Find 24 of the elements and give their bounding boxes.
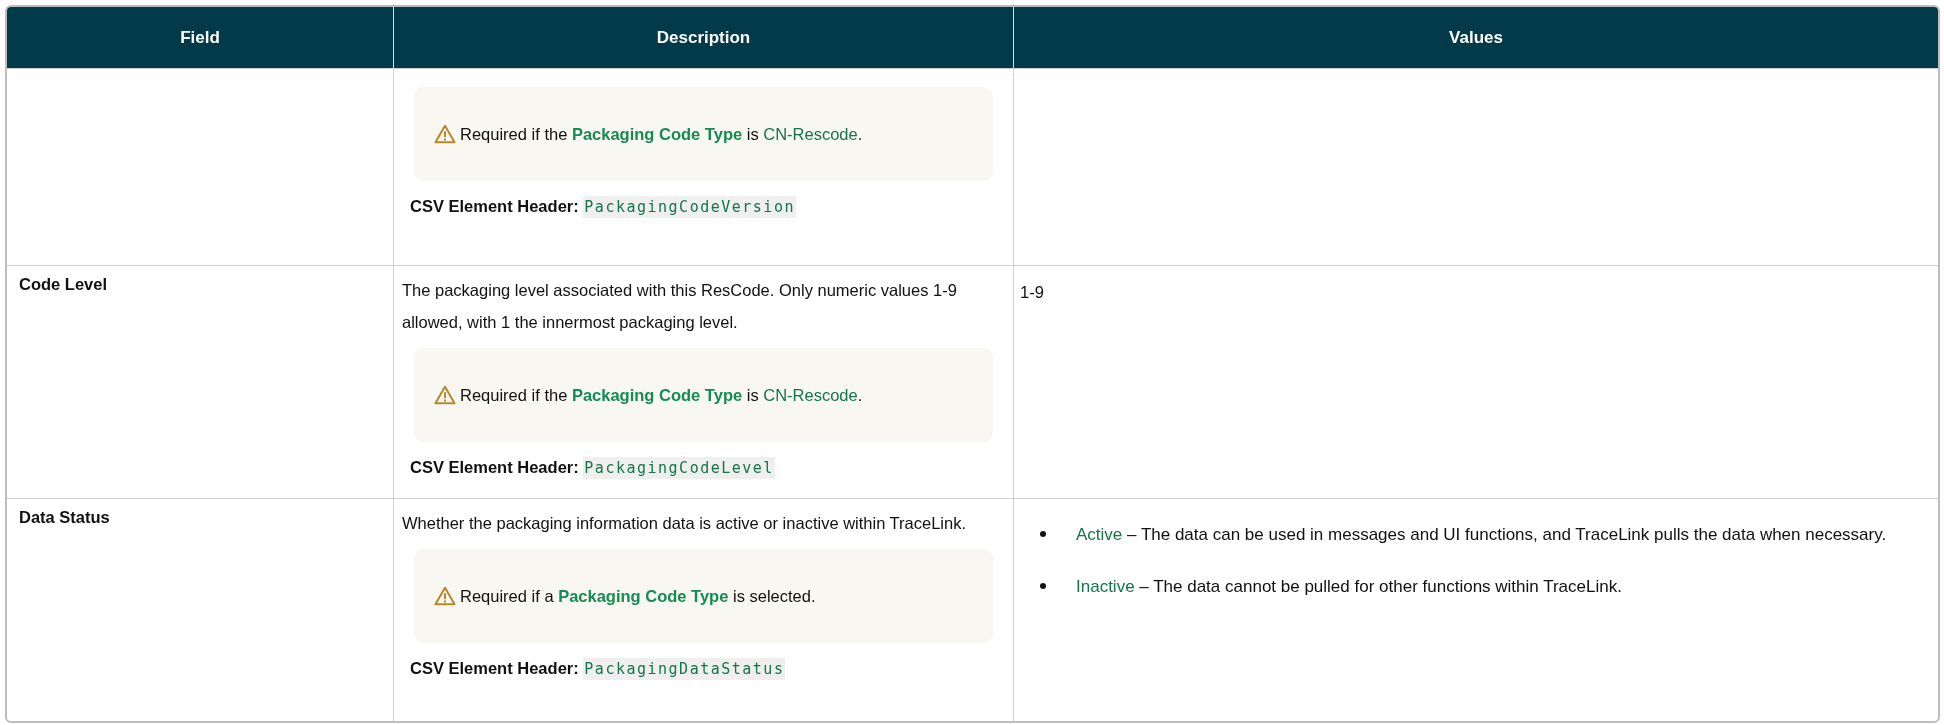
value-text: 1-9 — [1020, 282, 1045, 303]
field-name: Code Level — [19, 274, 109, 295]
csv-header-code: PackagingDataStatus — [583, 658, 786, 680]
column-header: Description — [393, 7, 1013, 68]
column-header: Values — [1013, 7, 1938, 68]
csv-header-label: CSV Element Header: — [410, 659, 579, 677]
csv-header-code: PackagingCodeVersion — [583, 196, 796, 218]
warning-icon — [434, 385, 456, 405]
bullet-icon — [1040, 583, 1046, 589]
column-header: Field — [179, 26, 221, 49]
description-text: The packaging level associated with this ResCode. Only numeric values 1-9 allowed, with 1 the innermost packaging level. — [402, 280, 958, 333]
note-text: Required if the Packaging Code Type is CN-Rescode. — [460, 124, 863, 145]
csv-header-code: PackagingCodeLevel — [583, 457, 775, 479]
value-description: Active – The data can be used in messages and UI functions, and TraceLink pulls the data when necessary. — [1076, 524, 1887, 546]
note-text: Required if the Packaging Code Type is CN-Rescode. — [460, 385, 863, 406]
warning-icon — [434, 586, 456, 606]
csv-header-label: CSV Element Header: — [410, 458, 579, 476]
warning-icon — [434, 124, 456, 144]
csv-header-label: CSV Element Header: — [410, 197, 579, 215]
description-text: Whether the packaging information data is active or inactive within TraceLink. — [402, 513, 968, 534]
note-text: Required if a Packaging Code Type is selected. — [460, 586, 816, 607]
value-description: Inactive – The data cannot be pulled for other functions within TraceLink. — [1076, 576, 1622, 598]
bullet-icon — [1040, 531, 1046, 537]
field-name: Data Status — [19, 507, 111, 528]
